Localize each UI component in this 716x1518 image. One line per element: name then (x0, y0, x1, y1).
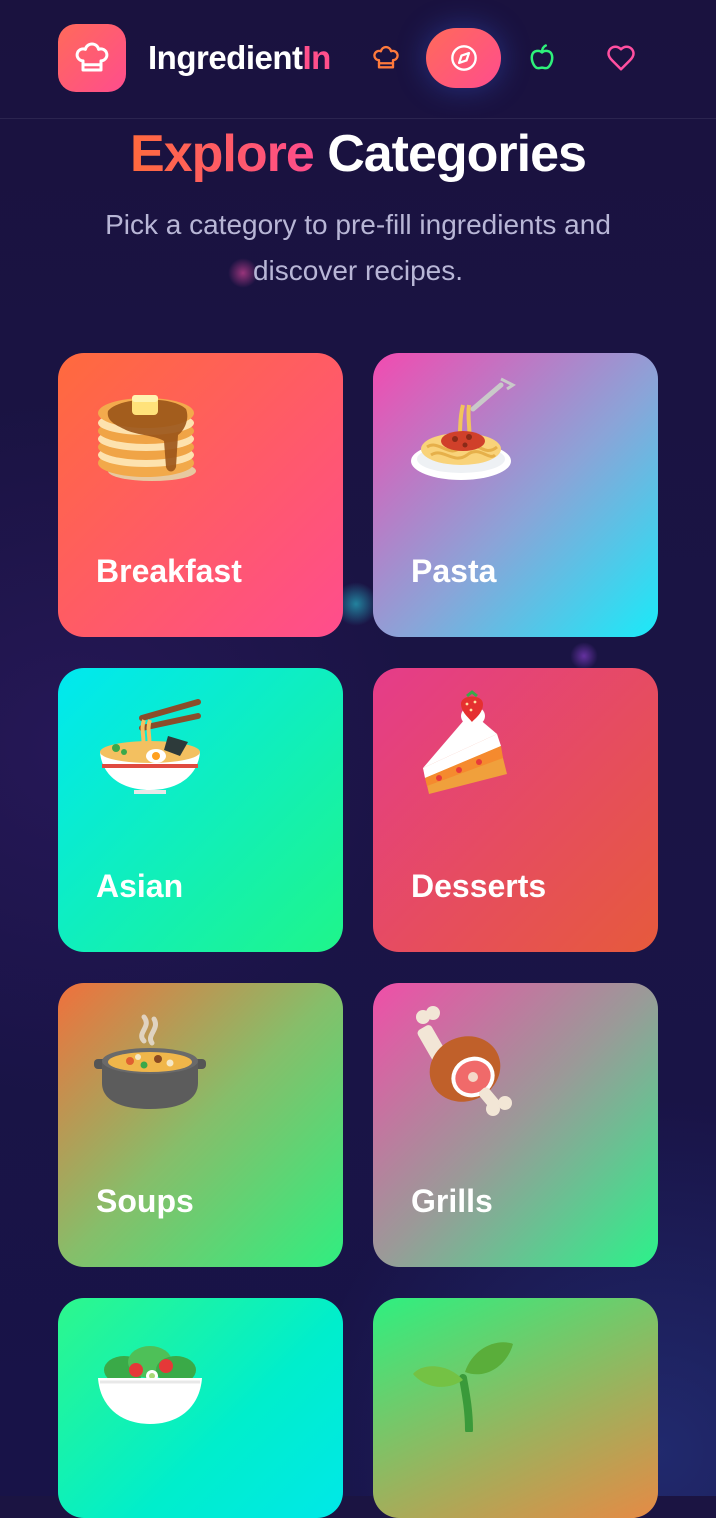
category-card-salads[interactable] (58, 1298, 343, 1518)
page-subtitle: Pick a category to pre-fill ingredients … (105, 209, 611, 286)
app-title: IngredientIn (148, 38, 331, 78)
spaghetti-icon (411, 377, 516, 480)
category-card-grills[interactable]: Grills (373, 983, 658, 1267)
meat-on-bone-icon (416, 1006, 512, 1116)
seedling-icon (413, 1342, 513, 1432)
category-card-asian[interactable]: Asian (58, 668, 343, 952)
soup-pot-icon (94, 1014, 206, 1109)
cake-icon (423, 690, 507, 794)
nav-explore-button[interactable] (426, 28, 501, 88)
app-logo[interactable] (58, 24, 126, 92)
category-card-breakfast[interactable]: Breakfast (58, 353, 343, 637)
app-header: IngredientIn (0, 0, 716, 119)
decorative-glow (570, 642, 598, 670)
heart-icon (607, 45, 635, 71)
page-title-accent: Explore (130, 125, 315, 183)
ramen-icon (100, 699, 201, 794)
nav-pantry-button[interactable] (512, 28, 572, 88)
category-label: Grills (411, 1183, 493, 1219)
category-label: Desserts (411, 868, 547, 904)
category-card-desserts[interactable]: Desserts (373, 668, 658, 952)
apple-icon (530, 44, 554, 70)
category-label: Soups (96, 1183, 194, 1219)
nav-favorites-button[interactable] (591, 28, 651, 88)
category-card-vegan[interactable] (373, 1298, 658, 1518)
app-title-main: Ingredient (148, 39, 303, 76)
category-label: Breakfast (96, 553, 242, 589)
app-title-accent: In (302, 39, 332, 76)
page-title-rest: Categories (313, 125, 587, 183)
salad-icon (98, 1346, 202, 1424)
nav-recipes-button[interactable] (356, 28, 416, 88)
page-title: Explore Categories (0, 122, 716, 186)
pancakes-icon (98, 395, 196, 481)
compass-icon (450, 45, 477, 71)
category-card-soups[interactable]: Soups (58, 983, 343, 1267)
chef-hat-icon (75, 42, 109, 72)
category-label: Asian (96, 868, 184, 904)
category-card-pasta[interactable]: Pasta (373, 353, 658, 637)
chef-hat-icon (373, 45, 399, 69)
category-label: Pasta (411, 553, 497, 589)
